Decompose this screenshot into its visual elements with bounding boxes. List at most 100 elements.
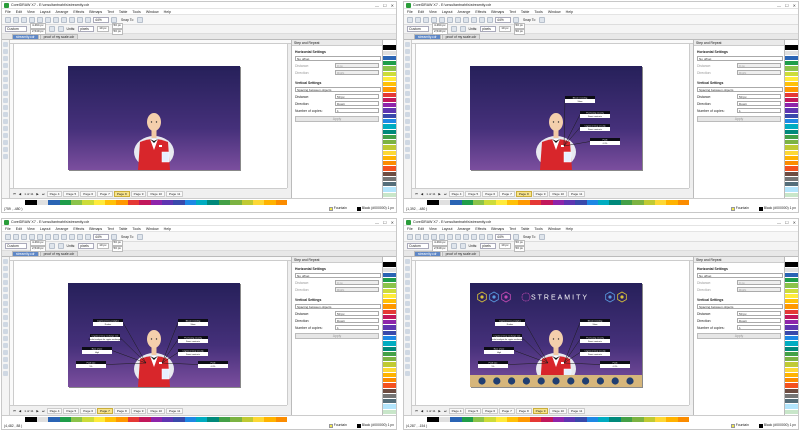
page-tab[interactable]: Page 9 bbox=[130, 407, 147, 414]
document-color-swatch[interactable] bbox=[563, 417, 576, 422]
zoom-level-select[interactable]: 44% bbox=[93, 16, 109, 23]
document-color-swatch[interactable] bbox=[438, 200, 451, 205]
document-color-swatch[interactable] bbox=[666, 417, 678, 422]
menu-table[interactable]: Table bbox=[119, 227, 128, 231]
units-select[interactable]: pixels bbox=[78, 243, 95, 249]
paste-icon[interactable] bbox=[53, 16, 59, 23]
minimize-button[interactable]: — bbox=[375, 3, 379, 8]
h-distance-field[interactable]: 0 px bbox=[737, 280, 781, 285]
duplicate-y-field[interactable]: 50 px bbox=[111, 246, 123, 252]
document-page[interactable] bbox=[68, 66, 240, 170]
zoom-tool-icon[interactable] bbox=[405, 279, 410, 285]
page-tab[interactable]: Page 4 bbox=[448, 407, 465, 414]
document-color-swatch[interactable] bbox=[184, 417, 196, 422]
document-color-swatch[interactable] bbox=[450, 200, 462, 205]
menu-help[interactable]: Help bbox=[164, 10, 171, 14]
vertical-mode-select[interactable]: Spacing between objects bbox=[295, 87, 381, 92]
copies-field[interactable]: 1 bbox=[335, 108, 379, 113]
page-tab[interactable]: Page 9 bbox=[532, 407, 549, 414]
v-direction-select[interactable]: Down bbox=[335, 101, 379, 106]
rectangle-tool-icon[interactable] bbox=[3, 83, 8, 89]
ellipse-tool-icon[interactable] bbox=[3, 307, 8, 313]
document-color-swatch[interactable] bbox=[264, 417, 276, 422]
document-color-swatch[interactable] bbox=[461, 200, 473, 205]
menu-bitmaps[interactable]: Bitmaps bbox=[491, 10, 504, 14]
document-color-swatch[interactable] bbox=[518, 200, 530, 205]
page-tab[interactable]: Page 4 bbox=[46, 190, 63, 197]
portrait-icon[interactable] bbox=[48, 243, 55, 249]
polygon-tool-icon[interactable] bbox=[3, 97, 8, 103]
cut-icon[interactable] bbox=[439, 16, 445, 23]
parallel-dimension-icon[interactable] bbox=[405, 111, 410, 117]
undo-icon[interactable] bbox=[463, 16, 469, 23]
next-page-button[interactable]: ▶ bbox=[437, 409, 441, 413]
page-tab[interactable]: Page 7 bbox=[97, 190, 113, 197]
cut-icon[interactable] bbox=[37, 16, 43, 23]
menu-file[interactable]: File bbox=[407, 10, 413, 14]
print-icon[interactable] bbox=[431, 233, 437, 240]
menu-effects[interactable]: Effects bbox=[73, 10, 84, 14]
save-icon[interactable] bbox=[21, 16, 27, 23]
fill-status[interactable]: Fountain bbox=[730, 206, 749, 211]
menu-layout[interactable]: Layout bbox=[442, 227, 453, 231]
landscape-icon[interactable] bbox=[459, 243, 466, 249]
document-page[interactable]: Cryptocurrency analytics Ranker Bitcoin in… bbox=[68, 283, 240, 387]
duplicate-y-field[interactable]: 50 px bbox=[513, 29, 525, 35]
h-direction-select[interactable]: Right bbox=[737, 287, 781, 292]
document-color-swatch[interactable] bbox=[59, 200, 71, 205]
document-color-swatch[interactable] bbox=[495, 417, 507, 422]
polygon-tool-icon[interactable] bbox=[405, 97, 410, 103]
full-screen-icon[interactable] bbox=[513, 233, 519, 240]
shape-tool-icon[interactable] bbox=[3, 48, 8, 54]
menu-tools[interactable]: Tools bbox=[534, 227, 542, 231]
freehand-tool-icon[interactable] bbox=[405, 69, 410, 75]
new-document-icon[interactable] bbox=[5, 16, 11, 23]
document-color-swatch[interactable] bbox=[82, 417, 94, 422]
h-direction-select[interactable]: Right bbox=[335, 70, 379, 75]
first-page-button[interactable]: ⏮ bbox=[12, 192, 17, 196]
menu-edit[interactable]: Edit bbox=[16, 10, 22, 14]
nudge-distance-field[interactable]: 10 px bbox=[97, 243, 109, 249]
menu-arrange[interactable]: Arrange bbox=[56, 10, 69, 14]
open-icon[interactable] bbox=[415, 233, 421, 240]
menu-effects[interactable]: Effects bbox=[475, 10, 486, 14]
document-color-swatch[interactable] bbox=[575, 200, 587, 205]
transparency-tool-icon[interactable] bbox=[405, 349, 410, 355]
redo-icon[interactable] bbox=[69, 233, 75, 240]
v-distance-field[interactable]: 50 px bbox=[737, 94, 781, 99]
import-icon[interactable] bbox=[77, 233, 83, 240]
menu-tools[interactable]: Tools bbox=[534, 10, 542, 14]
ellipse-tool-icon[interactable] bbox=[405, 307, 410, 313]
snap-to-menu[interactable]: Snap To bbox=[521, 235, 537, 239]
duplicate-x-field[interactable]: 50 px bbox=[513, 240, 525, 246]
page-tab[interactable]: Page 10 bbox=[549, 190, 568, 197]
document-color-swatch[interactable] bbox=[416, 200, 428, 205]
document-color-swatch[interactable] bbox=[48, 200, 60, 205]
drop-shadow-icon[interactable] bbox=[3, 125, 8, 131]
apply-button[interactable]: Apply bbox=[295, 116, 379, 122]
pick-tool-icon[interactable] bbox=[405, 258, 410, 264]
document-color-swatch[interactable] bbox=[529, 200, 542, 205]
document-color-swatch[interactable] bbox=[25, 200, 37, 205]
portrait-icon[interactable] bbox=[450, 26, 457, 32]
paste-icon[interactable] bbox=[455, 16, 461, 23]
duplicate-x-field[interactable]: 50 px bbox=[111, 240, 123, 246]
document-color-swatch[interactable] bbox=[529, 417, 542, 422]
document-color-swatch[interactable] bbox=[427, 417, 439, 422]
page-tab[interactable]: Page 8 bbox=[113, 407, 130, 414]
document-color-swatch[interactable] bbox=[150, 200, 162, 205]
menu-layout[interactable]: Layout bbox=[40, 227, 51, 231]
page-counter[interactable]: 1 of 11 bbox=[23, 192, 34, 196]
document-color-swatch[interactable] bbox=[541, 417, 553, 422]
document-color-swatch[interactable] bbox=[161, 417, 174, 422]
drop-shadow-icon[interactable] bbox=[3, 342, 8, 348]
page-tab[interactable]: Page 6 bbox=[80, 407, 97, 414]
document-color-swatch[interactable] bbox=[14, 200, 26, 205]
new-document-icon[interactable] bbox=[407, 16, 413, 23]
last-page-button[interactable]: ⏭ bbox=[41, 409, 46, 413]
document-color-swatch[interactable] bbox=[541, 200, 553, 205]
next-page-button[interactable]: ▶ bbox=[35, 409, 39, 413]
previous-page-button[interactable]: ◀ bbox=[18, 192, 22, 196]
tab-streamity[interactable]: streamity.cdr bbox=[414, 251, 441, 256]
cut-icon[interactable] bbox=[439, 233, 445, 240]
